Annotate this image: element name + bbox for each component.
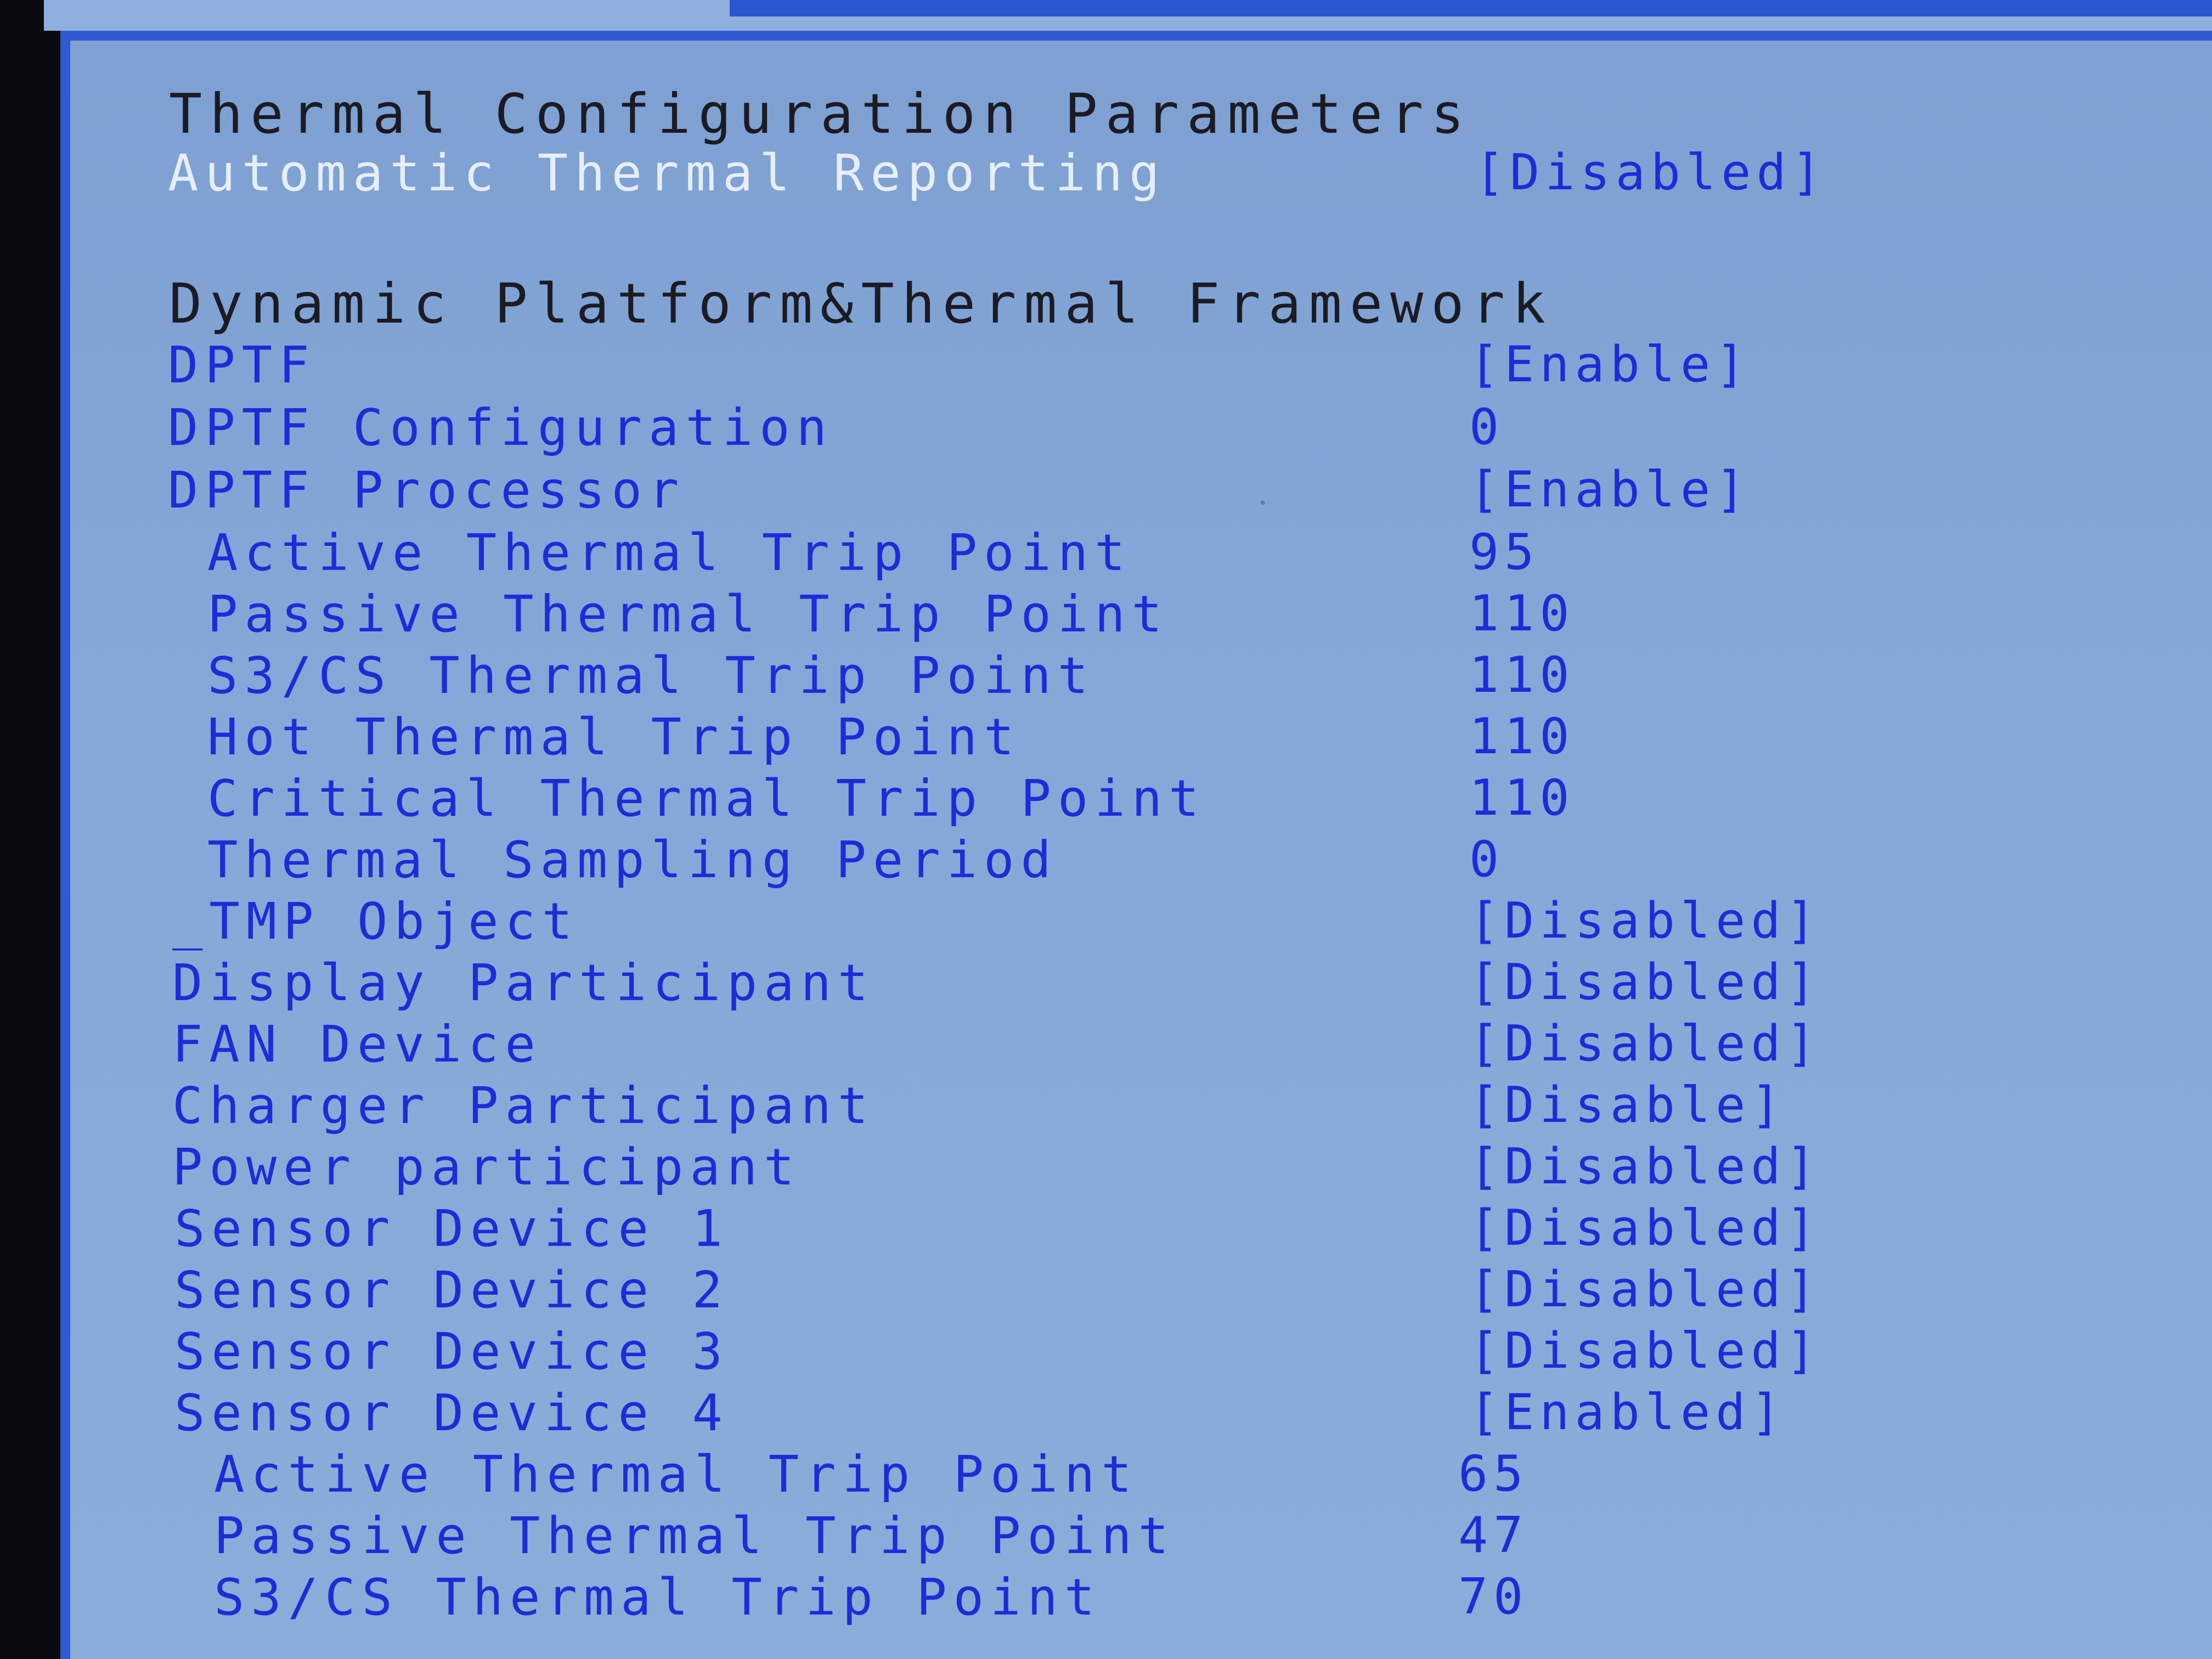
setting-label: Display Participant bbox=[172, 953, 875, 1012]
setting-value[interactable]: 70 bbox=[1458, 1572, 1528, 1622]
settings-panel: Thermal Configuration Parameters Automat… bbox=[70, 41, 2212, 1659]
setting-label: Passive Thermal Trip Point bbox=[214, 1506, 1176, 1565]
display-participant-row[interactable]: Display Participant [Disabled] bbox=[70, 958, 2212, 1015]
sensor-device-1-row[interactable]: Sensor Device 1 [Disabled] bbox=[70, 1204, 2212, 1261]
setting-label: DPTF Processor bbox=[168, 461, 686, 520]
fan-device-row[interactable]: FAN Device [Disabled] bbox=[70, 1019, 2212, 1076]
setting-value[interactable]: 110 bbox=[1469, 589, 1575, 639]
setting-value[interactable]: [Enable] bbox=[1469, 465, 1751, 515]
setting-value[interactable]: [Enable] bbox=[1469, 340, 1751, 390]
setting-value[interactable]: [Disabled] bbox=[1469, 958, 1821, 1007]
automatic-thermal-reporting-value[interactable]: [Disabled] bbox=[1475, 148, 1827, 198]
setting-label: Critical Thermal Trip Point bbox=[207, 769, 1206, 828]
setting-label: Sensor Device 1 bbox=[174, 1199, 729, 1258]
dptf-row[interactable]: DPTF [Enable] bbox=[70, 340, 2212, 397]
dptf-header: Dynamic Platform&Thermal Framework bbox=[169, 272, 1553, 336]
s3cs-thermal-trip-point-row[interactable]: S3/CS Thermal Trip Point 110 bbox=[70, 651, 2212, 708]
setting-value[interactable]: [Disabled] bbox=[1469, 1142, 1821, 1192]
sensor-passive-thermal-trip-point-row[interactable]: Passive Thermal Trip Point 47 bbox=[70, 1511, 2212, 1568]
setting-value[interactable]: [Disabled] bbox=[1469, 1019, 1821, 1069]
setting-value[interactable]: [Disable] bbox=[1469, 1081, 1786, 1130]
sensor-device-3-row[interactable]: Sensor Device 3 [Disabled] bbox=[70, 1327, 2212, 1384]
thermal-sampling-period-row[interactable]: Thermal Sampling Period 0 bbox=[70, 835, 2212, 892]
setting-label: Sensor Device 3 bbox=[174, 1322, 729, 1381]
sensor-device-4-row[interactable]: Sensor Device 4 [Enabled] bbox=[70, 1388, 2212, 1445]
setting-label: Sensor Device 4 bbox=[174, 1384, 729, 1442]
passive-thermal-trip-point-row[interactable]: Passive Thermal Trip Point 110 bbox=[70, 589, 2212, 646]
setting-label: Charger Participant bbox=[172, 1076, 875, 1135]
setting-value[interactable]: [Disabled] bbox=[1469, 1265, 1821, 1314]
charger-participant-row[interactable]: Charger Participant [Disable] bbox=[70, 1081, 2212, 1138]
setting-value[interactable]: 65 bbox=[1458, 1449, 1528, 1499]
dptf-configuration-row[interactable]: DPTF Configuration 0 bbox=[70, 403, 2212, 460]
setting-label: Power participant bbox=[172, 1138, 801, 1197]
tmp-object-row[interactable]: _TMP Object [Disabled] bbox=[70, 896, 2212, 953]
setting-label: DPTF Configuration bbox=[168, 398, 833, 457]
critical-thermal-trip-point-row[interactable]: Critical Thermal Trip Point 110 bbox=[70, 774, 2212, 831]
setting-value[interactable]: [Enabled] bbox=[1469, 1388, 1786, 1437]
setting-label: DPTF bbox=[168, 336, 316, 394]
active-thermal-trip-point-row[interactable]: Active Thermal Trip Point 95 bbox=[70, 528, 2212, 585]
sensor-device-2-row[interactable]: Sensor Device 2 [Disabled] bbox=[70, 1265, 2212, 1322]
sensor-active-thermal-trip-point-row[interactable]: Active Thermal Trip Point 65 bbox=[70, 1449, 2212, 1506]
automatic-thermal-reporting-label: Automatic Thermal Reporting bbox=[168, 144, 1166, 202]
automatic-thermal-reporting-row[interactable]: Automatic Thermal Reporting [Disabled] bbox=[70, 148, 2212, 205]
setting-value[interactable]: 47 bbox=[1458, 1511, 1528, 1560]
setting-value[interactable]: 110 bbox=[1469, 712, 1575, 761]
setting-value[interactable]: 0 bbox=[1469, 835, 1504, 884]
setting-value[interactable]: 95 bbox=[1469, 528, 1539, 577]
setting-label: Active Thermal Trip Point bbox=[214, 1445, 1138, 1504]
monitor-bezel bbox=[0, 0, 60, 1659]
setting-value[interactable]: 0 bbox=[1469, 403, 1504, 452]
setting-label: _TMP Object bbox=[172, 892, 579, 951]
sensor-s3cs-thermal-trip-point-row[interactable]: S3/CS Thermal Trip Point 70 bbox=[70, 1572, 2212, 1629]
bios-setup-screen: Thermal Configuration Parameters Automat… bbox=[60, 31, 2212, 1659]
setting-label: Passive Thermal Trip Point bbox=[207, 585, 1169, 644]
setting-label: S3/CS Thermal Trip Point bbox=[207, 646, 1095, 705]
thermal-config-header: Thermal Configuration Parameters bbox=[169, 82, 1472, 146]
setting-label: Thermal Sampling Period bbox=[207, 831, 1058, 889]
setting-value[interactable]: [Disabled] bbox=[1469, 896, 1821, 946]
setting-label: Sensor Device 2 bbox=[174, 1261, 729, 1319]
setting-value[interactable]: 110 bbox=[1469, 651, 1575, 700]
top-active-tab-strip bbox=[730, 0, 2212, 16]
setting-label: S3/CS Thermal Trip Point bbox=[214, 1568, 1102, 1627]
setting-label: Active Thermal Trip Point bbox=[207, 523, 1132, 582]
power-participant-row[interactable]: Power participant [Disabled] bbox=[70, 1142, 2212, 1199]
setting-value[interactable]: 110 bbox=[1469, 774, 1575, 823]
dptf-processor-row[interactable]: DPTF Processor [Enable] bbox=[70, 465, 2212, 522]
setting-label: FAN Device bbox=[172, 1015, 542, 1074]
setting-value[interactable]: [Disabled] bbox=[1469, 1327, 1821, 1376]
hot-thermal-trip-point-row[interactable]: Hot Thermal Trip Point 110 bbox=[70, 712, 2212, 769]
setting-label: Hot Thermal Trip Point bbox=[207, 708, 1021, 766]
setting-value[interactable]: [Disabled] bbox=[1469, 1204, 1821, 1253]
